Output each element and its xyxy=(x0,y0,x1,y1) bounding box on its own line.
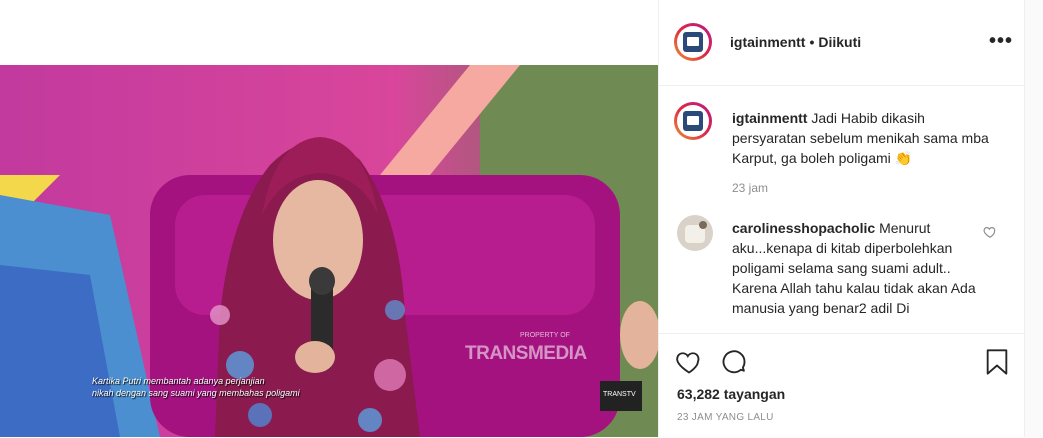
post-panel: igtainmentt • Diikuti ••• igtainmentt Jadi… xyxy=(658,0,1025,437)
post-actions: 63,282 tayangan 23 JAM YANG LALU xyxy=(659,333,1024,438)
channel-logo: TRANSTV xyxy=(600,381,642,411)
follow-status[interactable]: Diikuti xyxy=(818,34,861,50)
caption-time: 23 jam xyxy=(732,181,769,195)
top-bar xyxy=(0,0,658,66)
brand-logo-icon xyxy=(683,111,703,131)
more-options-icon[interactable]: ••• xyxy=(989,30,1013,53)
comment-username[interactable]: carolinesshopacholic xyxy=(732,220,875,236)
comment-like-heart-icon[interactable] xyxy=(983,225,997,239)
watermark-small: PROPERTY OF xyxy=(520,332,570,339)
post-header: igtainmentt • Diikuti ••• xyxy=(659,0,1024,86)
comment: carolinesshopacholic Menurut aku...kenap… xyxy=(732,218,977,318)
watermark: TRANSMEDIA xyxy=(465,343,587,364)
caption: igtainmentt Jadi Habib dikasih persyarat… xyxy=(732,108,992,168)
header-user: igtainmentt • Diikuti xyxy=(730,34,861,50)
subtitle-line-2: nikah dengan sang suami yang membahas po… xyxy=(92,388,300,398)
post-time: 23 JAM YANG LALU xyxy=(677,412,774,423)
brand-logo-icon xyxy=(683,32,703,52)
avatar[interactable] xyxy=(674,23,712,61)
commenter-avatar[interactable] xyxy=(677,215,713,251)
channel-logo-text: TRANSTV xyxy=(603,391,636,398)
heart-icon[interactable] xyxy=(675,348,703,376)
header-username[interactable]: igtainmentt xyxy=(730,34,805,50)
caption-avatar[interactable] xyxy=(674,102,712,140)
view-count[interactable]: 63,282 tayangan xyxy=(677,386,785,402)
subtitle-line-1: Kartika Putri membantah adanya perjanjia… xyxy=(92,376,265,386)
caption-username[interactable]: igtainmentt xyxy=(732,110,807,126)
separator-dot: • xyxy=(809,34,815,50)
bookmark-icon[interactable] xyxy=(985,348,1009,376)
comment-bubble-icon[interactable] xyxy=(720,348,748,376)
video-player[interactable]: PROPERTY OF TRANSMEDIA Kartika Putri mem… xyxy=(0,65,658,437)
comments-list[interactable]: igtainmentt Jadi Habib dikasih persyarat… xyxy=(659,86,1024,332)
